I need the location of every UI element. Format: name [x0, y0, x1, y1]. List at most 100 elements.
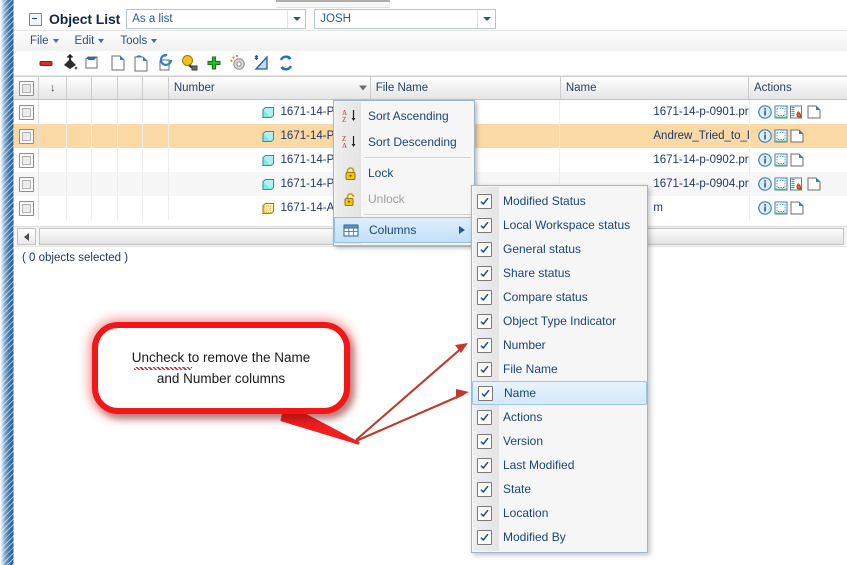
- row-actions-cell: [750, 124, 847, 148]
- checkbox-checked-icon[interactable]: [477, 217, 492, 233]
- column-toggle-general-status[interactable]: General status: [472, 237, 647, 261]
- row-modified-status: [67, 100, 93, 124]
- checkbox-checked-icon[interactable]: [477, 289, 492, 305]
- menu-tools-label: Tools: [120, 35, 148, 47]
- column-toggle-version[interactable]: Version: [472, 429, 647, 453]
- info-icon[interactable]: [757, 129, 772, 143]
- column-toggle-actions[interactable]: Actions: [472, 405, 647, 429]
- column-header-share-status[interactable]: [143, 77, 169, 99]
- remove-icon[interactable]: [34, 52, 58, 74]
- copy-object-icon[interactable]: [106, 52, 130, 74]
- row-select-checkbox[interactable]: [14, 172, 40, 196]
- refresh-icon[interactable]: [274, 52, 298, 74]
- column-toggle-location[interactable]: Location: [472, 501, 647, 525]
- checkbox-checked-icon[interactable]: [477, 265, 492, 281]
- callout-line-1: Uncheck to remove the Name: [132, 348, 310, 370]
- column-toggle-compare-status[interactable]: Compare status: [472, 285, 647, 309]
- collapse-panel-icon[interactable]: [29, 12, 42, 26]
- refresh-object-icon[interactable]: [154, 52, 178, 74]
- column-header-name[interactable]: Name: [561, 77, 749, 99]
- checkbox-checked-icon[interactable]: [477, 361, 492, 377]
- checkbox-checked-icon[interactable]: [477, 433, 492, 449]
- checkbox-checked-icon[interactable]: [477, 193, 492, 209]
- checkbox-checked-icon[interactable]: [477, 481, 492, 497]
- open-file-icon[interactable]: [790, 129, 804, 143]
- checkin-icon[interactable]: [58, 52, 82, 74]
- flame-status-icon[interactable]: [789, 177, 805, 191]
- column-toggle-modified-status[interactable]: Modified Status: [472, 189, 647, 213]
- checkbox-checked-icon[interactable]: [477, 457, 492, 473]
- column-toggle-last-modified[interactable]: Last Modified: [472, 453, 647, 477]
- new-object-icon[interactable]: [82, 52, 106, 74]
- move-object-icon[interactable]: [130, 52, 154, 74]
- select-all-checkbox[interactable]: [18, 80, 34, 96]
- menu-item-sort-ascending[interactable]: A Z Sort Ascending: [334, 103, 474, 129]
- workspace-select[interactable]: JOSH: [314, 9, 497, 29]
- open-file-icon[interactable]: [790, 153, 804, 167]
- column-toggle-local-workspace-status[interactable]: Local Workspace status: [472, 213, 647, 237]
- column-header-actions[interactable]: Actions: [749, 77, 847, 99]
- info-icon[interactable]: [757, 177, 772, 191]
- column-header-local-workspace-status[interactable]: [92, 77, 118, 99]
- checkbox-checked-icon[interactable]: [477, 241, 492, 257]
- menu-item-lock[interactable]: Lock: [334, 160, 474, 186]
- view-mode-select[interactable]: As a list: [126, 9, 307, 29]
- checkbox-checked-icon[interactable]: [477, 409, 492, 425]
- menu-edit[interactable]: Edit: [67, 32, 113, 50]
- menu-file[interactable]: File: [22, 32, 67, 50]
- open-file-icon[interactable]: [807, 177, 821, 191]
- checkbox-checked-icon[interactable]: [477, 337, 492, 353]
- row-modified-status: [67, 124, 93, 148]
- checkbox-checked-icon[interactable]: [478, 385, 493, 401]
- column-toggle-label: Share status: [503, 266, 571, 280]
- column-toggle-state[interactable]: State: [472, 477, 647, 501]
- column-toggle-file-name[interactable]: File Name: [472, 357, 647, 381]
- info-icon[interactable]: [757, 153, 772, 167]
- preview-window-icon[interactable]: [774, 153, 788, 167]
- column-toggle-number[interactable]: Number: [472, 333, 647, 357]
- preview-window-icon[interactable]: [774, 129, 788, 143]
- add-icon[interactable]: [202, 52, 226, 74]
- flame-status-icon[interactable]: [789, 105, 805, 119]
- column-header-select-all[interactable]: [14, 77, 40, 99]
- menu-item-sort-descending[interactable]: Z A Sort Descending: [334, 129, 474, 155]
- checkbox-checked-icon[interactable]: [477, 505, 492, 521]
- column-header-general-status[interactable]: [118, 77, 144, 99]
- column-toggle-label: Compare status: [503, 290, 588, 304]
- row-sort-cell: [39, 100, 67, 124]
- column-header-sort-indicator[interactable]: ↓: [39, 77, 67, 99]
- row-select-checkbox[interactable]: [14, 196, 40, 220]
- column-header-modified-status[interactable]: [67, 77, 93, 99]
- column-toggle-label: General status: [503, 242, 582, 256]
- chevron-down-icon[interactable]: [287, 10, 305, 28]
- open-file-icon[interactable]: [790, 201, 804, 215]
- preview-window-icon[interactable]: [774, 201, 788, 215]
- row-select-checkbox[interactable]: [14, 148, 40, 172]
- new-drawing-icon[interactable]: [250, 52, 274, 74]
- checkbox-checked-icon[interactable]: [477, 313, 492, 329]
- checkbox-checked-icon[interactable]: [477, 529, 492, 545]
- row-select-checkbox[interactable]: [14, 100, 40, 124]
- info-icon[interactable]: [757, 201, 772, 215]
- info-icon[interactable]: [757, 105, 772, 119]
- part-object-icon: [262, 130, 274, 142]
- chevron-down-icon[interactable]: [477, 10, 495, 28]
- scroll-left-button[interactable]: [17, 228, 36, 245]
- column-toggle-share-status[interactable]: Share status: [472, 261, 647, 285]
- column-toggle-modified-by[interactable]: Modified By: [472, 525, 647, 549]
- column-header-number[interactable]: Number: [169, 77, 371, 99]
- menu-tools[interactable]: Tools: [112, 32, 165, 50]
- column-header-file-name[interactable]: File Name: [371, 77, 561, 99]
- menu-item-columns[interactable]: Columns: [334, 217, 474, 243]
- preview-window-icon[interactable]: [774, 105, 788, 119]
- edit-attributes-icon[interactable]: [178, 52, 202, 74]
- column-toggle-name[interactable]: Name: [472, 381, 647, 405]
- chevron-down-icon[interactable]: [358, 85, 367, 91]
- open-file-icon[interactable]: [807, 105, 821, 119]
- column-toggle-object-type-indicator[interactable]: Object Type Indicator: [472, 309, 647, 333]
- annotation-callout: Uncheck to remove the Name and Number co…: [92, 322, 350, 414]
- row-select-checkbox[interactable]: [14, 124, 40, 148]
- settings-icon[interactable]: [226, 52, 250, 74]
- preview-window-icon[interactable]: [774, 177, 788, 191]
- page-title: Object List: [49, 11, 121, 27]
